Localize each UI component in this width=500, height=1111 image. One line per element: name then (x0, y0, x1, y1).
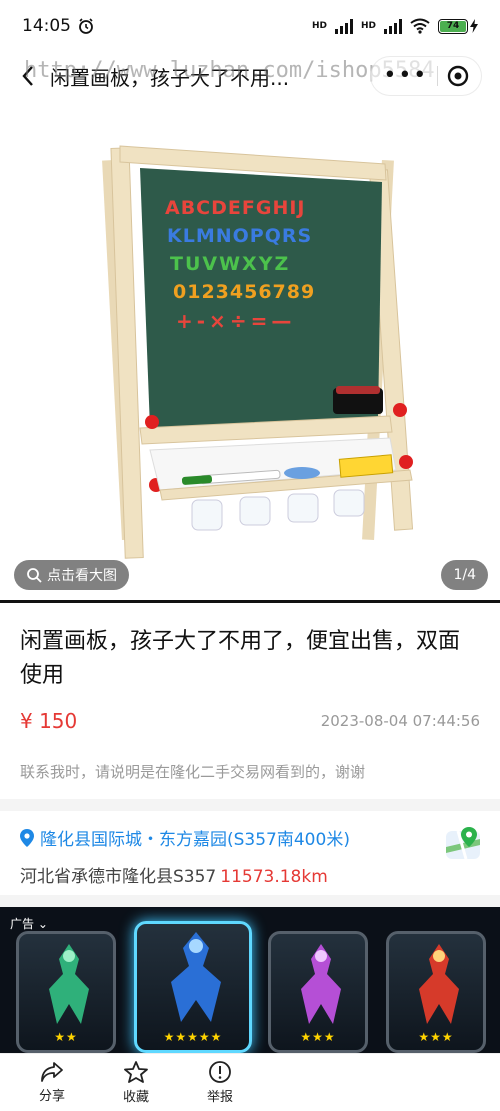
location-address: 河北省承德市隆化县S357 (20, 867, 217, 887)
signal-icon-2 (384, 18, 402, 34)
section-gap (0, 895, 500, 907)
board-letters-5: +-×÷=— (176, 309, 295, 333)
search-icon (27, 568, 42, 583)
product-image-gallery[interactable]: ABCDEFGHIJ KLMNOPQRS TUVWXYZ 0123456789 … (0, 100, 500, 600)
ad-card[interactable]: ★★★ (386, 931, 486, 1053)
ad-card[interactable]: ★★ (16, 931, 116, 1053)
battery-indicator: 74 (438, 18, 478, 34)
board-letters-3: TUVWXYZ (170, 253, 290, 275)
nav-bar: http://www.luzhan.com/ishop5584 闲置画板，孩子大… (0, 52, 500, 100)
location-name: 隆化县国际城・东方嘉园(S357南400米) (40, 830, 350, 850)
alert-circle-icon (209, 1061, 231, 1083)
listing-price: ¥ 150 (20, 709, 78, 733)
ad-banner[interactable]: 广告 ⌄ ★★ ★★★★★ ★★★ ★★★ (0, 907, 500, 1053)
signal-icon (334, 18, 353, 34)
battery-level: 74 (440, 20, 466, 32)
star-icon (124, 1061, 148, 1083)
posted-time: 2023-08-04 07:44:56 (320, 712, 480, 730)
chevron-left-icon (22, 66, 33, 86)
alarm-icon (79, 18, 93, 34)
chevron-down-icon: ⌄ (37, 917, 48, 931)
robot-figure-icon (419, 944, 459, 1024)
page-indicator: 1/4 (441, 560, 488, 590)
robot-figure-icon (301, 944, 341, 1024)
location-pin-icon (20, 828, 34, 847)
share-button[interactable]: 分享 (10, 1061, 94, 1104)
easel-image: ABCDEFGHIJ KLMNOPQRS TUVWXYZ 0123456789 … (102, 145, 414, 559)
share-icon (41, 1062, 63, 1082)
view-large-image-button[interactable]: 点击看大图 (14, 560, 129, 590)
board-letters-1: ABCDEFGHIJ (165, 197, 306, 219)
charging-icon (470, 19, 478, 33)
ad-label[interactable]: 广告 ⌄ (10, 915, 48, 932)
favorite-button[interactable]: 收藏 (94, 1060, 178, 1105)
ad-card[interactable]: ★★★ (268, 931, 368, 1053)
listing-title: 闲置画板，孩子大了不用了，便宜出售，双面使用 (20, 629, 461, 688)
location-distance: 11573.18km (220, 867, 328, 887)
mini-program-capsule: ••• (370, 56, 482, 96)
report-button[interactable]: 举报 (178, 1060, 262, 1105)
signal-hd-label-1: HD (311, 21, 327, 31)
favorite-label: 收藏 (122, 1090, 149, 1105)
location-section[interactable]: 隆化县国际城・东方嘉园(S357南400米) 河北省承德市隆化县S357 1157… (0, 811, 500, 895)
view-large-image-label: 点击看大图 (47, 568, 117, 584)
rating-stars: ★★★ (418, 1030, 454, 1044)
ad-card[interactable]: ★★★★★ (134, 921, 252, 1053)
status-time: 14:05 (22, 16, 71, 36)
listing-info: 闲置画板，孩子大了不用了，便宜出售，双面使用 ¥ 150 2023-08-04 … (0, 603, 500, 799)
back-button[interactable] (6, 54, 50, 98)
section-gap (0, 799, 500, 811)
board-letters-4: 0123456789 (173, 281, 315, 303)
report-label: 举报 (206, 1090, 233, 1105)
board-letters-2: KLMNOPQRS (167, 225, 312, 247)
map-icon[interactable] (444, 825, 482, 863)
robot-figure-icon (49, 944, 89, 1024)
signal-hd-label-2: HD (360, 21, 376, 31)
rating-stars: ★★★ (300, 1030, 336, 1044)
capsule-close-icon[interactable] (447, 65, 469, 87)
rating-stars: ★★★★★ (163, 1030, 223, 1044)
more-dots-icon[interactable]: ••• (383, 65, 428, 87)
wifi-icon (410, 18, 430, 34)
contact-note: 联系我时，请说明是在隆化二手交易网看到的，谢谢 (20, 763, 366, 781)
status-bar: 14:05 HD HD 74 (0, 0, 500, 52)
page-title: 闲置画板，孩子大了不用... (50, 65, 290, 90)
share-label: 分享 (38, 1089, 65, 1104)
robot-figure-icon (171, 932, 221, 1022)
bottom-action-bar: 分享 收藏 举报 (0, 1053, 500, 1111)
rating-stars: ★★ (54, 1030, 78, 1044)
